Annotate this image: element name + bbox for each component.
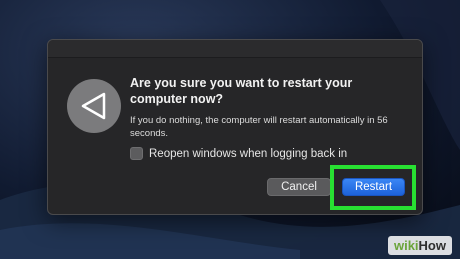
watermark-part2: How [418,238,446,253]
restart-icon [67,79,121,133]
wikihow-watermark: wikiHow [387,236,452,255]
reopen-windows-checkbox[interactable] [130,147,143,160]
highlight-box [330,165,416,210]
dialog-message: If you do nothing, the computer will res… [130,115,388,139]
dialog-titlebar [48,40,422,58]
reopen-windows-label: Reopen windows when logging back in [149,147,348,160]
watermark-part1: wiki [393,238,419,253]
dialog-title: Are you sure you want to restart your co… [130,76,353,106]
reopen-windows-option[interactable]: Reopen windows when logging back in [130,147,347,160]
cancel-button[interactable]: Cancel [267,178,331,196]
